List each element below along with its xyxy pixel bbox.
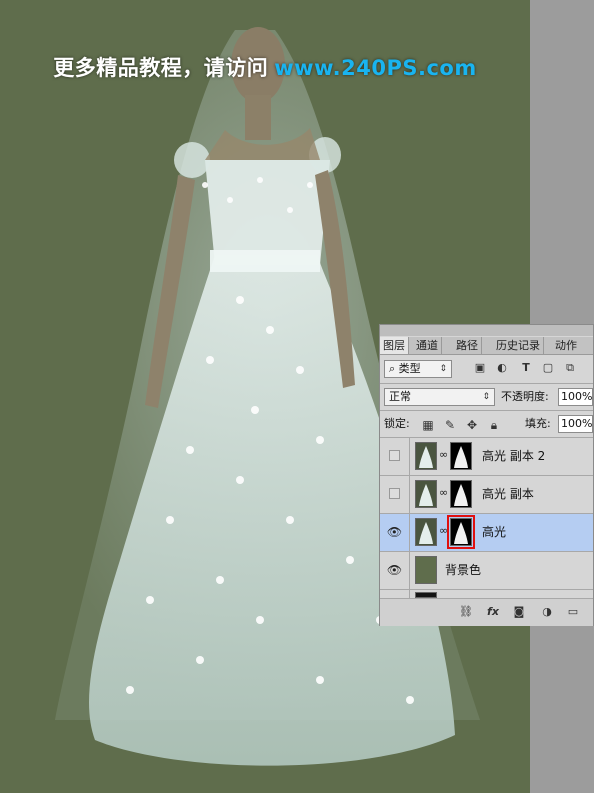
- blend-mode-value: 正常: [389, 390, 411, 403]
- fx-icon[interactable]: fx: [485, 605, 501, 619]
- layer-name[interactable]: 高光: [482, 514, 506, 551]
- lock-transparent-icon[interactable]: ▦: [421, 418, 435, 432]
- layer-row-selected[interactable]: 👁︎ ∞ 高光: [380, 514, 593, 552]
- visibility-toggle[interactable]: [380, 476, 410, 513]
- layer-mask-thumbnail[interactable]: [450, 480, 472, 508]
- link-layers-icon[interactable]: ⛓︎: [458, 605, 474, 619]
- layer-thumbnail: [415, 518, 437, 546]
- shape-filter-icon[interactable]: ▢: [541, 361, 555, 375]
- filter-kind-value: 类型: [398, 362, 421, 375]
- filter-row: ⌕ 类型 ⇕ ▣ ◐ T ▢ ⧉: [380, 359, 593, 381]
- group-folder-icon[interactable]: ▭: [565, 605, 581, 619]
- panel-tabs: 图层 通道 路径 历史记录 动作: [380, 337, 593, 355]
- visibility-off-box: [389, 488, 400, 499]
- layer-name[interactable]: 高光 副本 2: [482, 438, 545, 475]
- layer-row[interactable]: ∞ 高光 副本 2: [380, 438, 593, 476]
- layer-thumbnail: [415, 442, 437, 470]
- link-icon[interactable]: ∞: [439, 448, 448, 461]
- layer-name[interactable]: 高光 副本: [482, 476, 534, 513]
- visibility-toggle[interactable]: [380, 590, 410, 598]
- fill-input[interactable]: 100%: [558, 415, 593, 433]
- layer-thumbnail: [415, 556, 437, 584]
- layer-row[interactable]: ∞ 高光 副本: [380, 476, 593, 514]
- chevron-updown-icon: ⇕: [482, 392, 490, 402]
- adjustment-filter-icon[interactable]: ◐: [495, 361, 509, 375]
- panel-footer: ⛓︎ fx ◙ ◑ ▭: [380, 598, 593, 626]
- watermark-url: www.240PS.com: [274, 56, 477, 80]
- adjustment-icon[interactable]: ◑: [539, 605, 555, 619]
- lock-row: 锁定: ▦ ✎ ✥ 🔒︎ 填充: 100%: [380, 414, 593, 434]
- visibility-toggle[interactable]: [380, 438, 410, 475]
- layer-mask-thumbnail-highlighted[interactable]: [447, 515, 475, 549]
- layer-row[interactable]: 👁︎ 背景色: [380, 552, 593, 590]
- tab-paths[interactable]: 路径: [453, 337, 482, 354]
- layer-name[interactable]: 背景色: [445, 552, 481, 589]
- blend-row: 正常 ⇕ 不透明度: 100%: [380, 387, 593, 407]
- eye-icon[interactable]: 👁︎: [380, 552, 410, 589]
- tab-layers[interactable]: 图层: [380, 337, 409, 354]
- blend-mode-select[interactable]: 正常 ⇕: [384, 388, 495, 406]
- watermark: 更多精品教程，请访问 www.240PS.com: [0, 52, 530, 82]
- filter-kind-select[interactable]: ⌕ 类型 ⇕: [384, 360, 452, 378]
- add-mask-icon[interactable]: ◙: [511, 605, 527, 619]
- lock-position-icon[interactable]: ✥: [465, 418, 479, 432]
- lock-label: 锁定:: [384, 417, 410, 430]
- layer-thumbnail: [415, 480, 437, 508]
- layers-panel: 图层 通道 路径 历史记录 动作 ⌕ 类型 ⇕ ▣ ◐ T ▢ ⧉ 正常 ⇕ 不…: [379, 324, 594, 626]
- visibility-off-box: [389, 450, 400, 461]
- opacity-label: 不透明度:: [501, 390, 549, 403]
- fill-label: 填充:: [525, 417, 551, 430]
- lock-all-icon[interactable]: 🔒︎: [487, 418, 501, 432]
- tab-history[interactable]: 历史记录: [493, 337, 544, 354]
- smart-object-filter-icon[interactable]: ⧉: [563, 361, 577, 375]
- link-icon[interactable]: ∞: [439, 524, 448, 537]
- layer-mask-thumbnail[interactable]: [450, 442, 472, 470]
- filter-search-icon: ⌕: [389, 362, 399, 375]
- link-icon[interactable]: ∞: [439, 486, 448, 499]
- image-filter-icon[interactable]: ▣: [473, 361, 487, 375]
- chevron-updown-icon: ⇕: [439, 364, 447, 374]
- tab-channels[interactable]: 通道: [413, 337, 442, 354]
- panel-title-bar[interactable]: [380, 325, 593, 336]
- type-filter-icon[interactable]: T: [519, 361, 533, 375]
- opacity-input[interactable]: 100%: [558, 388, 593, 406]
- eye-icon[interactable]: 👁︎: [380, 514, 410, 551]
- tab-actions[interactable]: 动作: [552, 337, 580, 354]
- lock-paint-icon[interactable]: ✎: [443, 418, 457, 432]
- divider: [380, 383, 593, 384]
- layer-row-partial[interactable]: [380, 590, 593, 598]
- divider: [380, 410, 593, 411]
- watermark-text: 更多精品教程，请访问: [53, 56, 269, 80]
